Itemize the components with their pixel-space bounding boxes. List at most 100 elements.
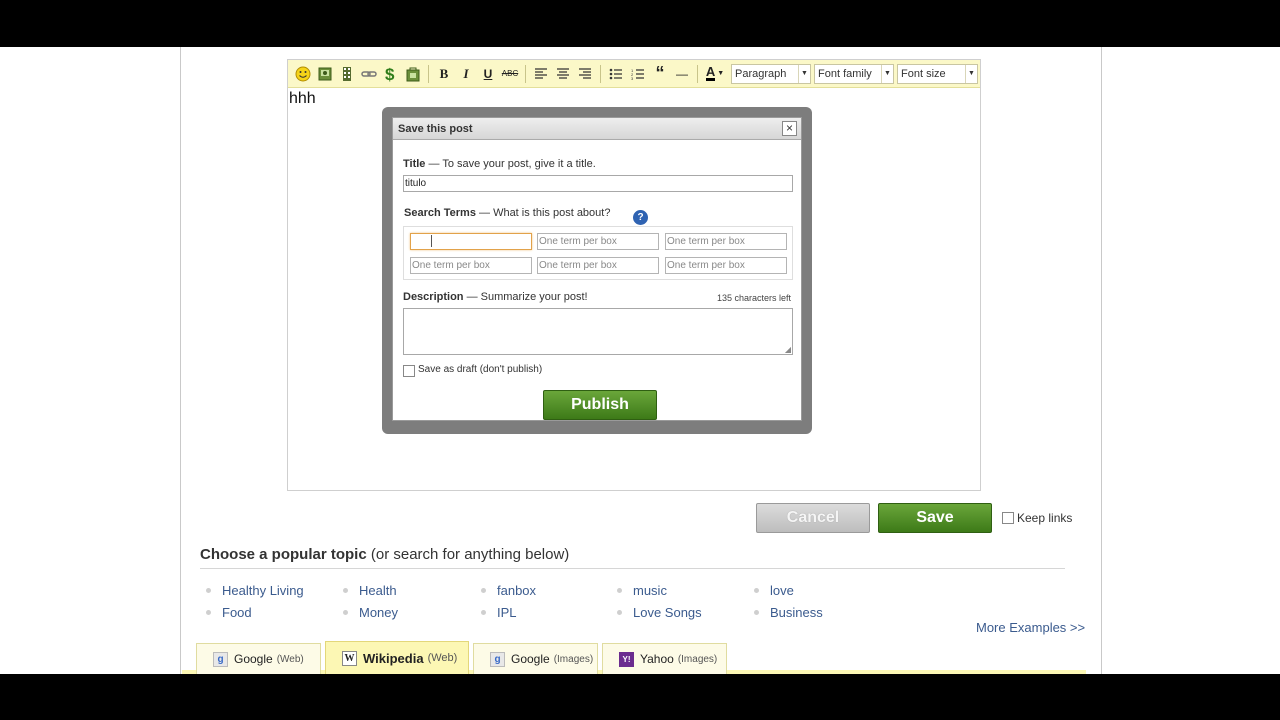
topic-bullet <box>343 588 348 593</box>
keep-links-checkbox[interactable] <box>1002 512 1014 524</box>
tab-google-images[interactable]: g Google (Images) <box>473 643 598 674</box>
title-label-strong: Title <box>403 158 426 170</box>
description-hint: — Summarize your post! <box>463 291 588 303</box>
topic-link[interactable]: Business <box>770 605 823 620</box>
content-right-border <box>1101 47 1102 674</box>
money-icon[interactable]: $ <box>380 63 402 85</box>
dialog-header: Save this post × <box>393 118 801 140</box>
publish-button[interactable]: Publish <box>543 390 657 420</box>
text-cursor-icon <box>431 235 432 247</box>
search-terms-label-strong: Search Terms <box>404 207 476 219</box>
google-icon: g <box>490 651 505 667</box>
description-label-strong: Description <box>403 291 464 303</box>
topic-link[interactable]: music <box>633 583 667 598</box>
search-term-input-6[interactable]: One term per box <box>665 257 787 274</box>
insert-link-icon[interactable] <box>358 63 380 85</box>
topic-link[interactable]: IPL <box>497 605 517 620</box>
editor-content[interactable]: hhh <box>289 90 316 108</box>
topics-divider <box>200 568 1065 569</box>
insert-image-icon[interactable] <box>314 63 336 85</box>
insert-video-icon[interactable] <box>336 63 358 85</box>
tab-kind: (Web) <box>276 653 304 665</box>
toolbar-separator <box>600 64 601 83</box>
characters-left-count: 135 characters left <box>716 293 791 303</box>
google-icon: g <box>213 651 228 667</box>
italic-button[interactable]: I <box>455 63 477 85</box>
title-input[interactable]: titulo <box>403 175 793 192</box>
topic-link[interactable]: Love Songs <box>633 605 702 620</box>
topic-bullet <box>754 610 759 615</box>
topic-bullet <box>206 610 211 615</box>
topic-link[interactable]: love <box>770 583 794 598</box>
underline-button[interactable]: U <box>477 63 499 85</box>
close-icon[interactable]: × <box>782 121 797 136</box>
save-button[interactable]: Save <box>878 503 992 533</box>
paragraph-format-select[interactable]: Paragraph ▼ <box>731 63 811 84</box>
search-terms-label: Search Terms — What is this post about? <box>404 207 610 219</box>
save-as-draft-checkbox[interactable] <box>403 365 415 377</box>
tab-kind: (Web) <box>427 652 458 664</box>
tab-google-web[interactable]: g Google (Web) <box>196 643 321 674</box>
description-textarea[interactable]: ◢ <box>403 308 793 355</box>
topic-link[interactable]: Food <box>222 605 252 620</box>
editor-toolbar: $ B I U ABC 123 “ — A ▼ Paragraph ▼ Font… <box>288 60 980 88</box>
title-hint: — To save your post, give it a title. <box>425 158 596 170</box>
toolbar-separator <box>525 64 526 83</box>
search-term-input-3[interactable]: One term per box <box>665 233 787 250</box>
topic-bullet <box>617 610 622 615</box>
bold-button[interactable]: B <box>433 63 455 85</box>
chevron-down-icon: ▼ <box>881 64 893 83</box>
align-left-icon[interactable] <box>530 63 552 85</box>
dialog-title: Save this post <box>398 122 473 135</box>
font-color-letter: A <box>705 64 716 81</box>
tab-kind: (Images) <box>677 653 718 665</box>
cancel-button[interactable]: Cancel <box>756 503 870 533</box>
font-family-value: Font family <box>818 67 872 80</box>
topic-link[interactable]: Money <box>359 605 398 620</box>
search-term-input-2[interactable]: One term per box <box>537 233 659 250</box>
search-term-input-1[interactable] <box>410 233 532 250</box>
font-family-select[interactable]: Font family ▼ <box>814 63 894 84</box>
font-size-select[interactable]: Font size ▼ <box>897 63 978 84</box>
tab-wikipedia-web[interactable]: W Wikipedia (Web) <box>325 641 469 674</box>
align-center-icon[interactable] <box>552 63 574 85</box>
emoticon-icon[interactable] <box>292 63 314 85</box>
topic-bullet <box>343 610 348 615</box>
topic-link[interactable]: Health <box>359 583 397 598</box>
wikipedia-icon: W <box>342 650 357 666</box>
chevron-down-icon: ▼ <box>717 70 725 77</box>
blockquote-button[interactable]: “ <box>649 63 671 85</box>
tab-kind: (Images) <box>553 653 594 665</box>
popular-topics-subtitle: (or search for anything below) <box>366 546 570 563</box>
save-post-modal: Save this post × Title — To save your po… <box>382 107 812 434</box>
horizontal-rule-button[interactable]: — <box>671 63 693 85</box>
align-right-icon[interactable] <box>574 63 596 85</box>
description-label: Description — Summarize your post! <box>403 291 588 303</box>
font-size-value: Font size <box>901 67 946 80</box>
chevron-down-icon: ▼ <box>798 64 810 83</box>
product-bag-icon[interactable] <box>402 63 424 85</box>
search-terms-group: One term per box One term per box One te… <box>403 226 793 280</box>
tab-label: Google <box>511 652 550 666</box>
topic-bullet <box>481 588 486 593</box>
resize-handle-icon[interactable]: ◢ <box>785 345 791 354</box>
tab-label: Google <box>234 652 273 666</box>
tab-yahoo-images[interactable]: Y! Yahoo (Images) <box>602 643 727 674</box>
search-terms-hint: — What is this post about? <box>475 207 611 219</box>
save-as-draft-label: Save as draft (don't publish) <box>418 364 543 375</box>
tab-label: Wikipedia <box>363 650 424 666</box>
more-examples-link[interactable]: More Examples >> <box>976 620 1085 635</box>
search-term-input-4[interactable]: One term per box <box>410 257 532 274</box>
help-icon[interactable]: ? <box>633 210 648 225</box>
font-color-button[interactable]: A ▼ <box>702 63 728 85</box>
toolbar-separator <box>428 64 429 83</box>
bullet-list-icon[interactable] <box>605 63 627 85</box>
numbered-list-icon[interactable]: 123 <box>627 63 649 85</box>
strikethrough-button[interactable]: ABC <box>499 63 521 85</box>
topic-link[interactable]: Healthy Living <box>222 583 304 598</box>
topic-bullet <box>206 588 211 593</box>
search-term-input-5[interactable]: One term per box <box>537 257 659 274</box>
popular-topics-title: Choose a popular topic <box>200 546 367 563</box>
title-label: Title — To save your post, give it a tit… <box>403 158 596 170</box>
topic-link[interactable]: fanbox <box>497 583 536 598</box>
